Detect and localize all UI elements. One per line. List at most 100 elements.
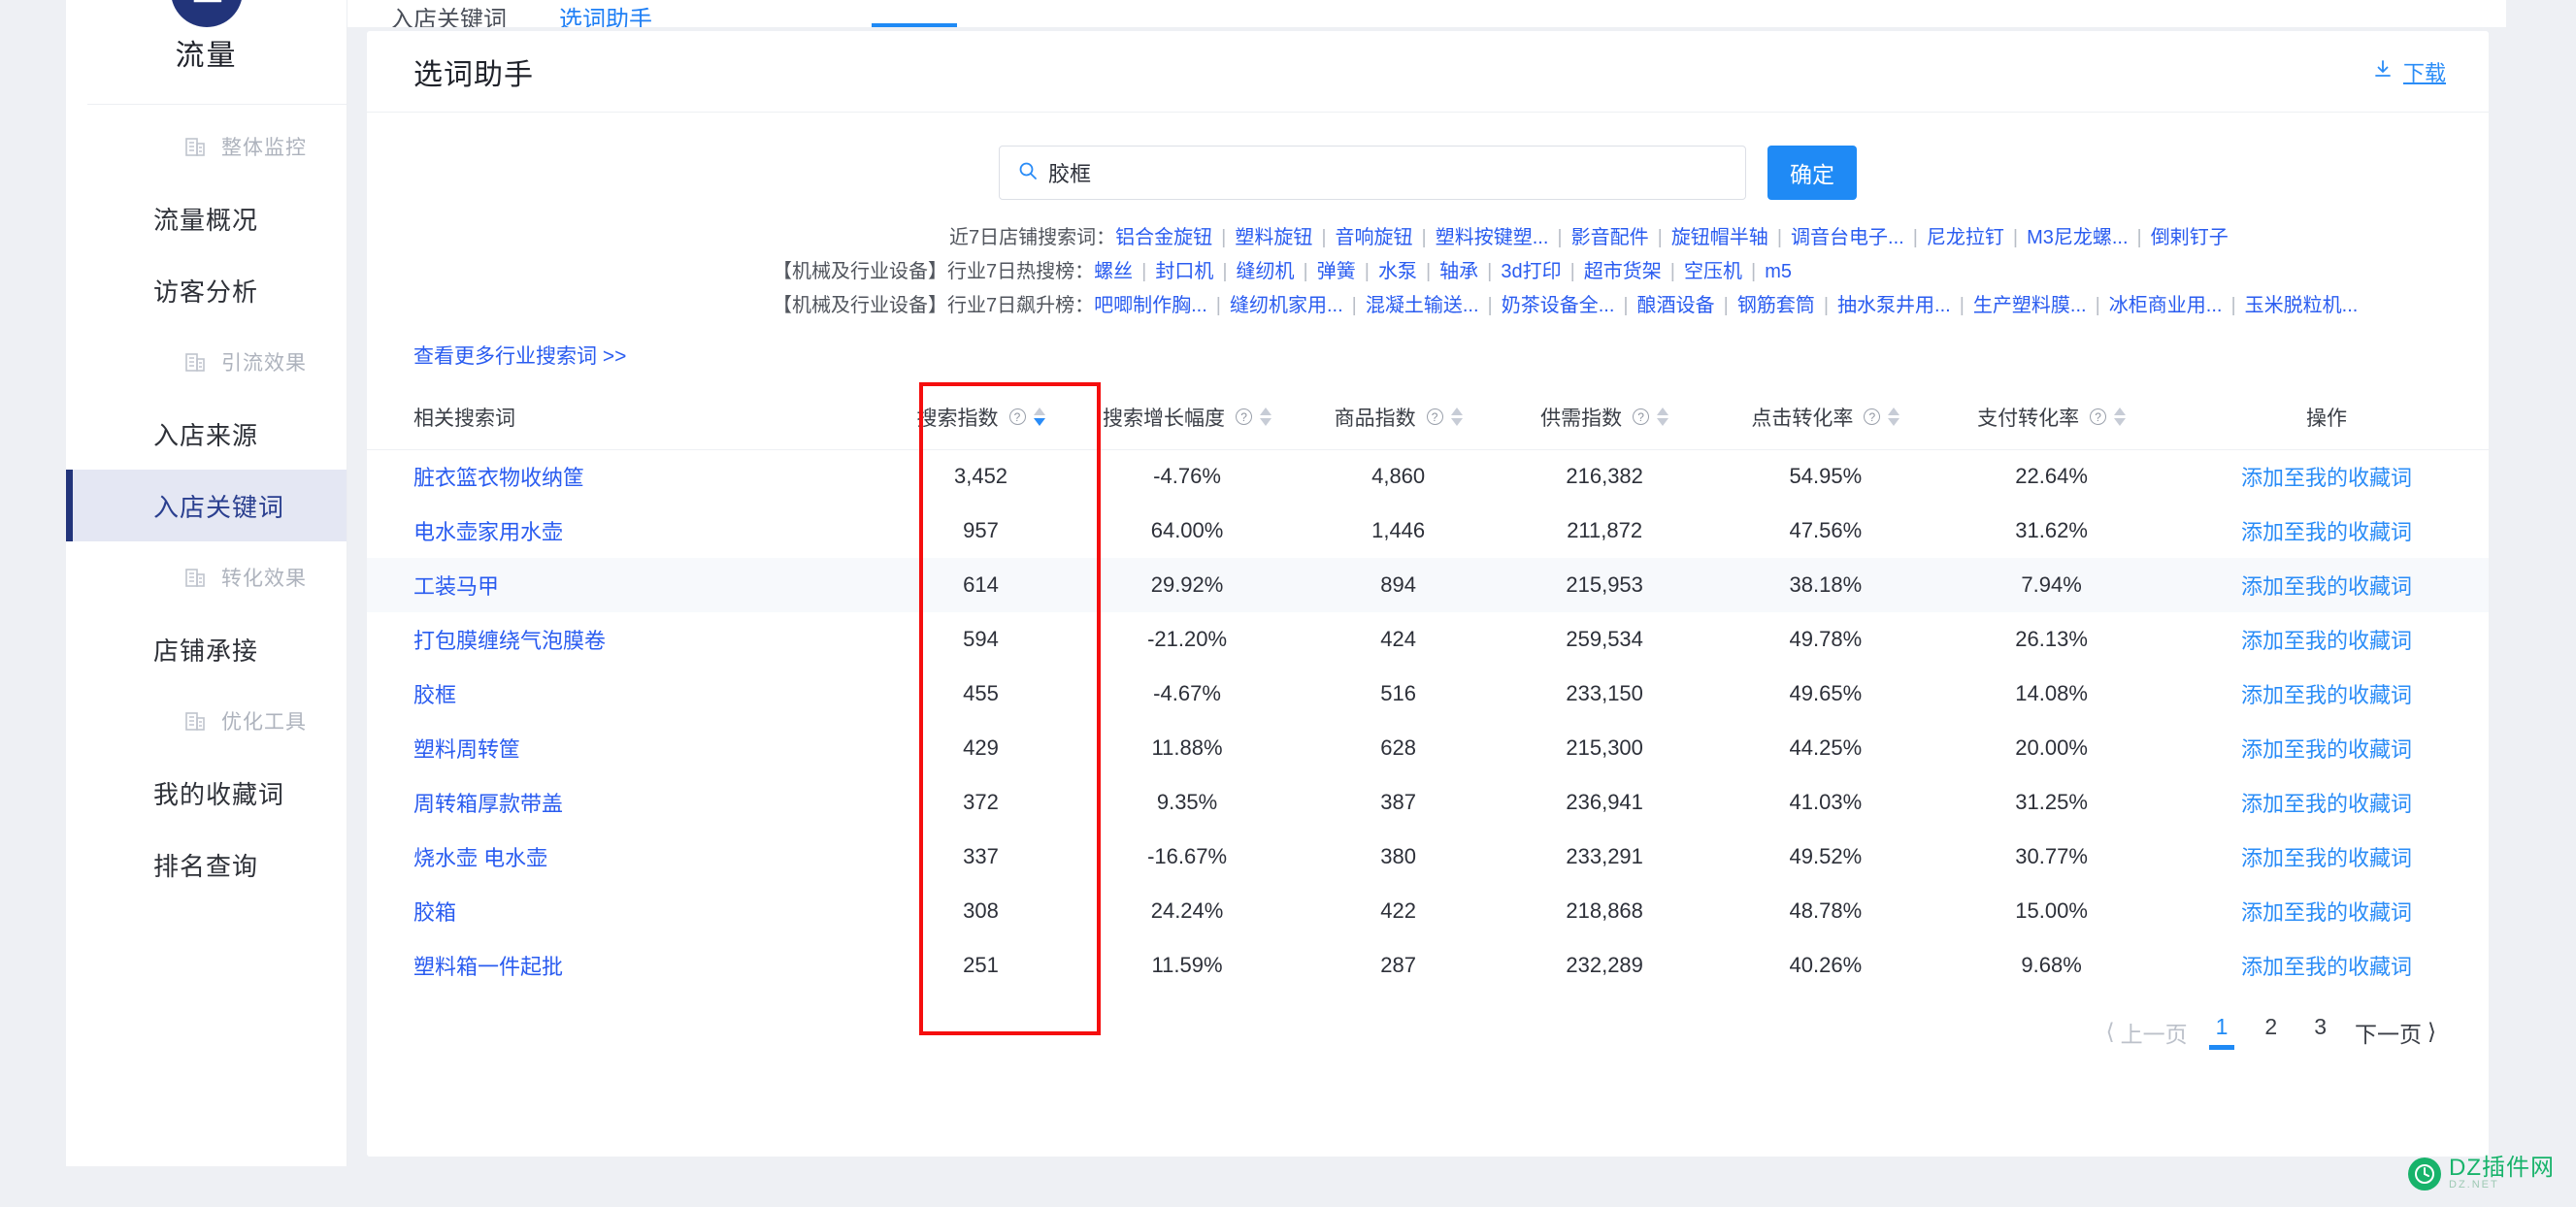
more-industry-keywords-link[interactable]: 查看更多行业搜索词 >> (413, 345, 626, 368)
add-to-favorites-link[interactable]: 添加至我的收藏词 (2241, 683, 2412, 707)
add-to-favorites-link[interactable]: 添加至我的收藏词 (2241, 466, 2412, 490)
sort-toggle[interactable] (1450, 408, 1463, 427)
keyword-link[interactable]: 胶框 (413, 683, 456, 707)
keyword-link[interactable]: 工装马甲 (413, 574, 499, 599)
tab-entry-keywords[interactable]: 入店关键词 (390, 0, 507, 27)
sidebar-item-entry-source[interactable]: 入店来源 (66, 398, 347, 470)
hot-keyword-link[interactable]: 轴承 (1439, 255, 1478, 289)
hot-keyword-link[interactable]: 吧唧制作胸... (1094, 289, 1207, 323)
column-header-search-growth[interactable]: 搜索增长幅度 ? (1074, 385, 1301, 449)
hot-keyword-link[interactable]: 封口机 (1155, 255, 1213, 289)
hot-keyword-link[interactable]: 塑料按键塑... (1436, 221, 1549, 255)
sidebar-item-shop-undertake[interactable]: 店铺承接 (66, 613, 347, 685)
table-row: 周转箱厚款带盖 372 9.35% 387 236,941 41.03% 31.… (367, 775, 2489, 830)
cell-action: 添加至我的收藏词 (2164, 938, 2489, 993)
column-header-pay-rate[interactable]: 支付转化率 ? (1938, 385, 2164, 449)
cell-pay-rate: 31.25% (2015, 790, 2088, 814)
sidebar-item-traffic-overview[interactable]: 流量概况 (66, 182, 347, 254)
pagination-page-1[interactable]: 1 (2207, 1014, 2237, 1050)
hot-keyword-link[interactable]: 抽水泵井用... (1837, 289, 1951, 323)
sort-toggle[interactable] (1888, 408, 1900, 427)
column-header-supply-demand-index[interactable]: 供需指数 ? (1497, 385, 1713, 449)
hot-keyword-link[interactable]: 冰柜商业用... (2109, 289, 2223, 323)
add-to-favorites-link[interactable]: 添加至我的收藏词 (2241, 900, 2412, 925)
sort-toggle[interactable] (1657, 408, 1669, 427)
sort-toggle[interactable] (1033, 408, 1045, 427)
hot-keyword-link[interactable]: 生产塑料膜... (1973, 289, 2087, 323)
keyword-link[interactable]: 烧水壶 电水壶 (413, 846, 547, 870)
cell-keyword: 塑料箱一件起批 (367, 938, 887, 993)
hot-keyword-link[interactable]: 奶茶设备全... (1502, 289, 1615, 323)
hot-keyword-link[interactable]: 螺丝 (1094, 255, 1133, 289)
hot-keyword-link[interactable]: 尼龙拉钉 (1927, 221, 2004, 255)
download-button[interactable]: 下载 (2372, 56, 2446, 87)
add-to-favorites-link[interactable]: 添加至我的收藏词 (2241, 737, 2412, 762)
cell-supply-demand: 216,382 (1566, 464, 1643, 489)
help-icon[interactable]: ? (1864, 408, 1881, 426)
hot-keyword-link[interactable]: 音响旋钮 (1336, 221, 1413, 255)
table-row: 工装马甲 614 29.92% 894 215,953 38.18% 7.94%… (367, 558, 2489, 612)
hot-keyword-link[interactable]: 水泵 (1378, 255, 1417, 289)
sidebar-item-visitor-analysis[interactable]: 访客分析 (66, 254, 347, 326)
pagination-next[interactable]: 下一页 ⟩ (2355, 1016, 2436, 1049)
hot-keyword-link[interactable]: 玉米脱粒机... (2245, 289, 2359, 323)
sort-toggle[interactable] (2114, 408, 2127, 427)
hot-keyword-link[interactable]: 倒剌钉子 (2151, 221, 2229, 255)
separator: | (1959, 295, 1965, 316)
add-to-favorites-link[interactable]: 添加至我的收藏词 (2241, 574, 2412, 599)
separator: | (1222, 261, 1228, 282)
hot-keyword-link[interactable]: 塑料旋钮 (1235, 221, 1312, 255)
cell-action: 添加至我的收藏词 (2164, 830, 2489, 884)
search-input[interactable] (1048, 160, 1728, 185)
sort-toggle[interactable] (1260, 408, 1272, 427)
help-icon[interactable]: ? (1008, 408, 1026, 426)
add-to-favorites-link[interactable]: 添加至我的收藏词 (2241, 629, 2412, 653)
sidebar-item-entry-keywords[interactable]: 入店关键词 (66, 470, 347, 541)
help-icon[interactable]: ? (1426, 408, 1443, 426)
keyword-link[interactable]: 塑料箱一件起批 (413, 955, 563, 979)
hot-keyword-link[interactable]: m5 (1765, 255, 1792, 289)
help-icon[interactable]: ? (1633, 408, 1650, 426)
keyword-link[interactable]: 电水壶家用水壶 (413, 520, 563, 544)
keyword-link[interactable]: 胶箱 (413, 900, 456, 925)
hot-keyword-link[interactable]: 酿酒设备 (1637, 289, 1715, 323)
sidebar-item-rank-query[interactable]: 排名查询 (66, 829, 347, 900)
tab-word-assistant[interactable]: 选词助手 (559, 0, 652, 27)
column-header-product-index[interactable]: 商品指数 ? (1300, 385, 1496, 449)
column-header-search-index[interactable]: 搜索指数 ? (887, 385, 1073, 449)
sidebar-item-my-favorite-words[interactable]: 我的收藏词 (66, 757, 347, 829)
keyword-link[interactable]: 脏衣篮衣物收纳筐 (413, 466, 584, 490)
pagination-page-2[interactable]: 2 (2256, 1014, 2286, 1050)
add-to-favorites-link[interactable]: 添加至我的收藏词 (2241, 846, 2412, 870)
hot-keyword-link[interactable]: 影音配件 (1571, 221, 1649, 255)
hot-keyword-link[interactable]: 弹簧 (1317, 255, 1356, 289)
separator: | (1776, 227, 1783, 248)
column-header-click-rate[interactable]: 点击转化率 ? (1712, 385, 1938, 449)
hot-keyword-link[interactable]: 超市货架 (1584, 255, 1662, 289)
hot-keyword-link[interactable]: M3尼龙螺... (2027, 221, 2128, 255)
hot-keyword-link[interactable]: 缝纫机 (1237, 255, 1295, 289)
pagination-page-3[interactable]: 3 (2305, 1014, 2335, 1050)
hot-keyword-link[interactable]: 钢筋套筒 (1737, 289, 1815, 323)
add-to-favorites-link[interactable]: 添加至我的收藏词 (2241, 955, 2412, 979)
confirm-button[interactable]: 确定 (1767, 146, 1857, 200)
keyword-link[interactable]: 周转箱厚款带盖 (413, 792, 563, 816)
cell-product-index: 4,860 (1371, 464, 1426, 489)
hot-keyword-link[interactable]: 空压机 (1684, 255, 1742, 289)
add-to-favorites-link[interactable]: 添加至我的收藏词 (2241, 792, 2412, 816)
sidebar-group-optimization-tools: 优化工具 (66, 685, 347, 757)
keyword-link[interactable]: 塑料周转筐 (413, 737, 520, 762)
hot-keyword-link[interactable]: 旋钮帽半轴 (1671, 221, 1768, 255)
pagination-prev[interactable]: ⟨ 上一页 (2106, 1016, 2188, 1049)
hot-keyword-link[interactable]: 缝纫机家用... (1230, 289, 1343, 323)
add-to-favorites-link[interactable]: 添加至我的收藏词 (2241, 520, 2412, 544)
hot-keyword-link[interactable]: 铝合金旋钮 (1115, 221, 1212, 255)
keyword-search-box[interactable] (999, 146, 1746, 200)
help-icon[interactable]: ? (2090, 408, 2107, 426)
hot-keyword-link[interactable]: 混凝土输送... (1366, 289, 1479, 323)
help-icon[interactable]: ? (1236, 408, 1253, 426)
hot-keyword-link[interactable]: 调音台电子... (1791, 221, 1904, 255)
hot-keyword-link[interactable]: 3d打印 (1501, 255, 1561, 289)
cell-click-rate: 49.65% (1789, 681, 1863, 705)
keyword-link[interactable]: 打包膜缠绕气泡膜卷 (413, 629, 606, 653)
